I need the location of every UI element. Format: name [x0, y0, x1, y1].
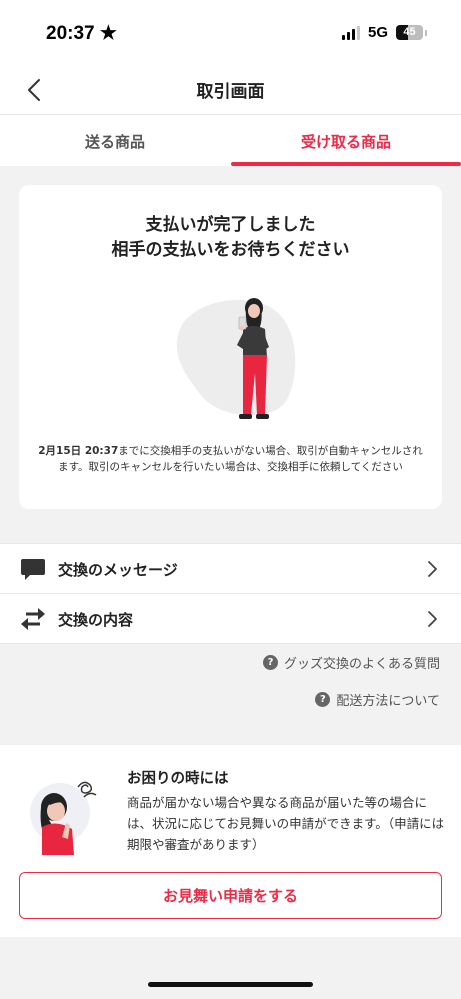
status-time: 20:37 ★: [46, 23, 117, 44]
card-title-line2: 相手の支払いをお待ちください: [111, 240, 350, 260]
tab-bar: 送る商品 受け取る商品: [0, 114, 461, 166]
menu-item-label: 交換のメッセージ: [58, 561, 178, 579]
chevron-right-icon: [428, 611, 437, 627]
battery-cap: [425, 29, 427, 36]
payment-deadline: 2月15日 20:37: [38, 445, 119, 457]
home-indicator[interactable]: [148, 982, 313, 987]
waiting-woman-illustration: [176, 298, 296, 419]
menu-item-trade-contents[interactable]: 交換の内容: [0, 594, 461, 644]
card-title-line1: 支払いが完了しました: [145, 215, 316, 235]
trade-menu: 交換のメッセージ 交換の内容: [0, 543, 461, 644]
signal-icon: [341, 25, 360, 40]
trouble-title: お困りの時には: [127, 771, 229, 787]
trouble-description: 商品が届かない場合や異なる商品が届いた等の場合には、状況に応じてお見舞いの申請が…: [127, 795, 445, 852]
shipping-info-label: 配送方法について: [336, 694, 440, 709]
card-title: 支払いが完了しました 相手の支払いをお待ちください: [19, 213, 442, 263]
tab-sending[interactable]: 送る商品: [0, 115, 230, 167]
chat-bubble-icon: [21, 559, 45, 580]
question-circle-icon: ?: [315, 692, 331, 707]
battery-icon: 45: [396, 25, 423, 40]
chevron-right-icon: [428, 561, 437, 577]
worried-woman-illustration: [30, 781, 97, 855]
menu-item-label: 交換の内容: [58, 611, 134, 629]
payment-status-card: 支払いが完了しました 相手の支払いをお待ちください 2月15日 20:37までに…: [19, 185, 442, 509]
tab-receiving[interactable]: 受け取る商品: [231, 115, 461, 167]
status-indicators: 5G 45: [341, 24, 427, 41]
faq-link-label: グッズ交換のよくある質問: [283, 657, 440, 672]
request-sympathy-button[interactable]: お見舞い申請をする: [19, 872, 442, 919]
auto-cancel-notice: 2月15日 20:37までに交換相手の支払いがない場合、取引が自動キャンセルされ…: [37, 443, 424, 475]
active-tab-indicator: [231, 162, 461, 166]
question-circle-icon: ?: [262, 655, 278, 670]
network-type: 5G: [367, 24, 388, 41]
faq-link[interactable]: ? グッズ交換のよくある質問: [262, 653, 440, 672]
menu-item-messages[interactable]: 交換のメッセージ: [0, 544, 461, 594]
status-bar: 20:37 ★ 5G 45: [0, 0, 461, 66]
nav-bar: 取引画面: [0, 66, 461, 114]
battery-level: 45: [403, 26, 416, 38]
swap-arrows-icon: [21, 608, 45, 630]
shipping-info-link[interactable]: ? 配送方法について: [315, 690, 440, 709]
trouble-section: お困りの時には 商品が届かない場合や異なる商品が届いた等の場合には、状況に応じて…: [0, 745, 461, 937]
page-title: 取引画面: [196, 82, 265, 102]
